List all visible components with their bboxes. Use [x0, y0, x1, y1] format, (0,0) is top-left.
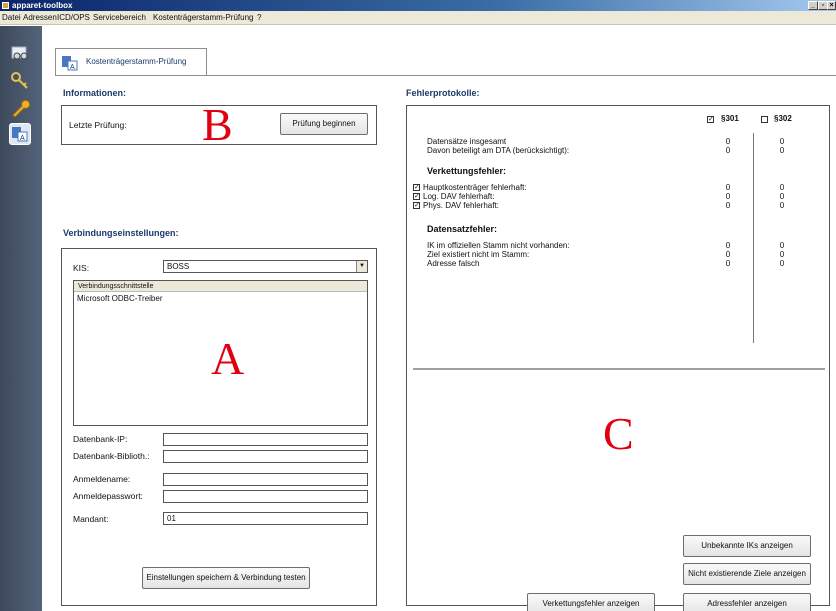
- main-area: A Kostenträgerstamm-Prüfung Informatione…: [42, 26, 836, 611]
- key-icon[interactable]: [9, 70, 31, 92]
- menu-kostentraegerstamm[interactable]: Kostenträgerstamm-Prüfung: [153, 11, 254, 25]
- verkettung-label-log: Log. DAV fehlerhaft:: [423, 192, 495, 201]
- checkbox-log-dav[interactable]: ✓: [413, 193, 420, 200]
- kis-label: KIS:: [73, 263, 90, 273]
- db-lib-label: Datenbank-Biblioth.:: [73, 451, 150, 461]
- col-302-label: §302: [774, 114, 792, 123]
- datensatz-301-ik: 0: [725, 241, 731, 250]
- window-title: apparet-toolbox: [12, 1, 73, 10]
- column-divider: [753, 133, 754, 343]
- wrench-icon[interactable]: [9, 97, 31, 119]
- save-and-test-button[interactable]: Einstellungen speichern & Verbindung tes…: [142, 567, 310, 589]
- informationen-panel: Letzte Prüfung: B Prüfung beginnen: [61, 99, 377, 150]
- menu-help[interactable]: ?: [257, 11, 261, 25]
- insurance-check-icon[interactable]: A: [9, 123, 31, 145]
- summary-301-dta: 0: [725, 146, 731, 155]
- tab-divider: [55, 75, 836, 76]
- login-label: Anmeldename:: [73, 474, 131, 484]
- verkettung-label-phys: Phys. DAV fehlerhaft:: [423, 201, 499, 210]
- annotation-marker-b: B: [202, 99, 233, 150]
- close-button[interactable]: ×: [827, 1, 836, 10]
- datensatz-label-ik: IK im offiziellen Stamm nicht vorhanden:: [427, 241, 570, 250]
- show-address-errors-button[interactable]: Adressfehler anzeigen: [683, 593, 811, 611]
- datensatz-302-ziel: 0: [779, 250, 785, 259]
- sidebar: A: [0, 26, 42, 611]
- summary-301-total: 0: [725, 137, 731, 146]
- kis-select-value: BOSS: [167, 262, 190, 271]
- db-ip-field[interactable]: [163, 433, 368, 446]
- app-icon: [2, 2, 9, 9]
- datensatz-label-adresse: Adresse falsch: [427, 259, 480, 268]
- datensatz-301-ziel: 0: [725, 250, 731, 259]
- db-lib-field[interactable]: [163, 450, 368, 463]
- verkettung-label-haupt: Hauptkostenträger fehlerhaft:: [423, 183, 527, 192]
- annotation-marker-a: A: [211, 333, 245, 384]
- summary-302-total: 0: [779, 137, 785, 146]
- verkettung-title: Verkettungsfehler:: [427, 166, 507, 176]
- interface-list-header: Verbindungsschnittstelle: [74, 281, 367, 292]
- interface-list[interactable]: Verbindungsschnittstelle Microsoft ODBC-…: [73, 280, 368, 426]
- minimize-button[interactable]: _: [808, 1, 818, 10]
- datensatz-title: Datensatzfehler:: [427, 224, 498, 234]
- fehler-panel: ✓ §301 §302 Datensätze insgesamt 0 0 Dav…: [406, 105, 830, 611]
- datensatz-302-ik: 0: [779, 241, 785, 250]
- checkbox-phys-dav[interactable]: ✓: [413, 202, 420, 209]
- datensatz-label-ziel: Ziel existiert nicht im Stamm:: [427, 250, 530, 259]
- verbindung-title: Verbindungseinstellungen:: [63, 228, 179, 238]
- summary-label-total: Datensätze insgesamt: [427, 137, 507, 146]
- menu-servicebereich[interactable]: Servicebereich: [93, 11, 146, 25]
- summary-label-dta: Davon beteiligt am DTA (berücksichtigt):: [427, 146, 570, 155]
- password-label: Anmeldepasswort:: [73, 491, 143, 501]
- last-check-label: Letzte Prüfung:: [69, 120, 127, 130]
- tab-label: Kostenträgerstamm-Prüfung: [86, 57, 187, 66]
- start-check-button[interactable]: Prüfung beginnen: [280, 113, 368, 135]
- show-missing-targets-button[interactable]: Nicht existierende Ziele anzeigen: [683, 563, 811, 585]
- show-unknown-iks-button[interactable]: Unbekannte IKs anzeigen: [683, 535, 811, 557]
- glasses-icon[interactable]: [9, 43, 31, 65]
- kis-select[interactable]: BOSS ▼: [163, 260, 368, 273]
- login-field[interactable]: [163, 473, 368, 486]
- checkbox-hauptkostentraeger[interactable]: ✓: [413, 184, 420, 191]
- checkbox-301[interactable]: ✓: [707, 116, 714, 123]
- mandant-label: Mandant:: [73, 514, 109, 524]
- verkettung-301-log: 0: [725, 192, 731, 201]
- mandant-field[interactable]: 01: [163, 512, 368, 525]
- panel-splitter[interactable]: [413, 368, 825, 370]
- svg-text:A: A: [70, 64, 75, 71]
- annotation-marker-c: C: [603, 408, 634, 459]
- fehler-title: Fehlerprotokolle:: [406, 88, 480, 98]
- datensatz-302-adresse: 0: [779, 259, 785, 268]
- menu-icd-ops[interactable]: ICD/OPS: [57, 11, 90, 25]
- list-item[interactable]: Microsoft ODBC-Treiber: [74, 292, 367, 305]
- summary-302-dta: 0: [779, 146, 785, 155]
- tab-kostentraegerstamm-pruefung[interactable]: A Kostenträgerstamm-Prüfung: [55, 48, 207, 76]
- insurance-check-icon: A: [60, 53, 80, 73]
- verkettung-302-haupt: 0: [779, 183, 785, 192]
- verkettung-302-phys: 0: [779, 201, 785, 210]
- verkettung-301-haupt: 0: [725, 183, 731, 192]
- svg-text:A: A: [20, 135, 25, 142]
- col-301-label: §301: [721, 114, 739, 123]
- informationen-title: Informationen:: [63, 88, 126, 98]
- verbindung-panel: KIS: BOSS ▼ Verbindungsschnittstelle Mic…: [61, 248, 377, 606]
- title-bar: apparet-toolbox _ ▫ ×: [0, 0, 836, 11]
- verkettung-301-phys: 0: [725, 201, 731, 210]
- verkettung-302-log: 0: [779, 192, 785, 201]
- show-chain-errors-button[interactable]: Verkettungsfehler anzeigen: [527, 593, 655, 611]
- password-field[interactable]: [163, 490, 368, 503]
- menu-bar: Datei Adressen ICD/OPS Servicebereich Ko…: [0, 11, 836, 25]
- chevron-down-icon[interactable]: ▼: [356, 261, 367, 272]
- menu-adressen[interactable]: Adressen: [23, 11, 57, 25]
- datensatz-301-adresse: 0: [725, 259, 731, 268]
- db-ip-label: Datenbank-IP:: [73, 434, 128, 444]
- checkbox-302[interactable]: [761, 116, 768, 123]
- menu-datei[interactable]: Datei: [2, 11, 21, 25]
